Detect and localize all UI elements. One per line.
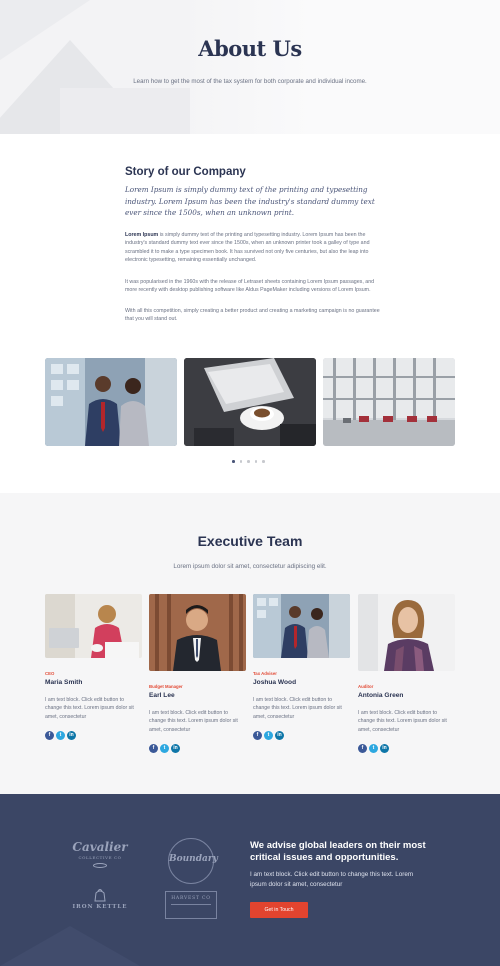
logo-cavalier-sub: COLLECTIVE CO (78, 855, 122, 860)
pagination-dot[interactable] (239, 460, 242, 463)
team-name: Maria Smith (45, 679, 83, 686)
twitter-icon[interactable]: t (264, 730, 273, 740)
linkedin-icon[interactable]: in (171, 743, 180, 753)
team-bio: I am text block. Click edit button to ch… (149, 710, 238, 733)
logo-iron-name: IRON KETTLE (72, 904, 128, 910)
team-role: Budget Manager (149, 684, 183, 689)
hero-fade (190, 0, 500, 134)
team-name: Earl Lee (149, 692, 175, 699)
logo-cavalier-name: Cavalier (72, 840, 128, 854)
gallery-image-laptop-coffee[interactable] (184, 358, 316, 446)
facebook-icon[interactable]: f (149, 743, 158, 753)
client-logo-cavalier: Cavalier COLLECTIVE CO (70, 840, 130, 868)
story-intro: Lorem Ipsum is simply dummy text of the … (125, 185, 375, 217)
team-photo (149, 594, 246, 671)
facebook-icon[interactable]: f (358, 743, 367, 753)
facebook-icon[interactable]: f (253, 730, 262, 740)
client-logo-iron-kettle: IRON KETTLE (72, 888, 128, 910)
story-title: Story of our Company (125, 166, 246, 178)
linkedin-icon[interactable]: in (275, 730, 284, 740)
kettle-icon (94, 889, 106, 902)
pagination-dot[interactable] (262, 460, 265, 463)
client-logo-harvest: HARVEST CO (165, 891, 217, 919)
story-paragraph-text: is simply dummy text of the printing and… (125, 232, 370, 264)
team-role: Auditor (358, 684, 374, 689)
twitter-icon[interactable]: t (56, 730, 65, 740)
footer-decor-shape (0, 926, 140, 966)
team-card: Budget Manager Earl Lee I am text block.… (149, 594, 246, 753)
footer-text: I am text block. Click edit button to ch… (250, 871, 414, 888)
logo-boundary-name: Boundary (169, 854, 218, 864)
page-subtitle: Learn how to get the most of the tax sys… (133, 78, 367, 85)
team-bio: I am text block. Click edit button to ch… (358, 710, 447, 733)
team-name: Joshua Wood (253, 679, 297, 686)
logo-emblem-icon (93, 863, 107, 868)
story-bold-lead: Lorem Ipsum (125, 232, 159, 238)
get-in-touch-button[interactable]: Get in Touch (250, 902, 308, 918)
team-title: Executive Team (197, 533, 303, 549)
team-subtitle: Lorem ipsum dolor sit amet, consectetur … (173, 563, 327, 570)
logo-divider (171, 904, 211, 905)
team-bio: I am text block. Click edit button to ch… (45, 697, 134, 720)
story-paragraph: Lorem Ipsum is simply dummy text of the … (125, 231, 380, 265)
client-logo-boundary: Boundary (168, 838, 218, 884)
gallery-pagination (232, 460, 265, 463)
team-card: Auditor Antonia Green I am text block. C… (358, 594, 455, 753)
hero-section (0, 0, 500, 134)
pagination-dot[interactable] (254, 460, 257, 463)
social-links: f t in (45, 730, 142, 740)
social-links: f t in (358, 743, 455, 753)
social-links: f t in (149, 743, 246, 753)
team-name: Antonia Green (358, 692, 404, 699)
footer-heading: We advise global leaders on their most c… (250, 840, 426, 863)
team-role: Tax Adviser (253, 671, 277, 676)
story-paragraph: It was popularised in the 1960s with the… (125, 279, 375, 294)
team-bio: I am text block. Click edit button to ch… (253, 697, 342, 720)
story-paragraph: With all this competition, simply creati… (125, 308, 380, 323)
facebook-icon[interactable]: f (45, 730, 54, 740)
team-photo (45, 594, 142, 658)
twitter-icon[interactable]: t (160, 743, 169, 753)
logo-harvest-name: HARVEST CO (171, 896, 211, 901)
linkedin-icon[interactable]: in (67, 730, 76, 740)
gallery-image-business-people[interactable] (45, 358, 177, 446)
hero-decor-shape (60, 88, 190, 134)
team-photo (358, 594, 455, 671)
linkedin-icon[interactable]: in (380, 743, 389, 753)
team-photo (253, 594, 350, 658)
team-role: CEO (45, 671, 55, 676)
team-card: Tax Adviser Joshua Wood I am text block.… (253, 594, 350, 740)
gallery-image-office-lobby[interactable] (323, 358, 455, 446)
pagination-dot[interactable] (247, 460, 250, 463)
social-links: f t in (253, 730, 350, 740)
twitter-icon[interactable]: t (369, 743, 378, 753)
pagination-dot[interactable] (232, 460, 235, 463)
team-card: CEO Maria Smith I am text block. Click e… (45, 594, 142, 740)
page-title: About Us (198, 36, 302, 61)
